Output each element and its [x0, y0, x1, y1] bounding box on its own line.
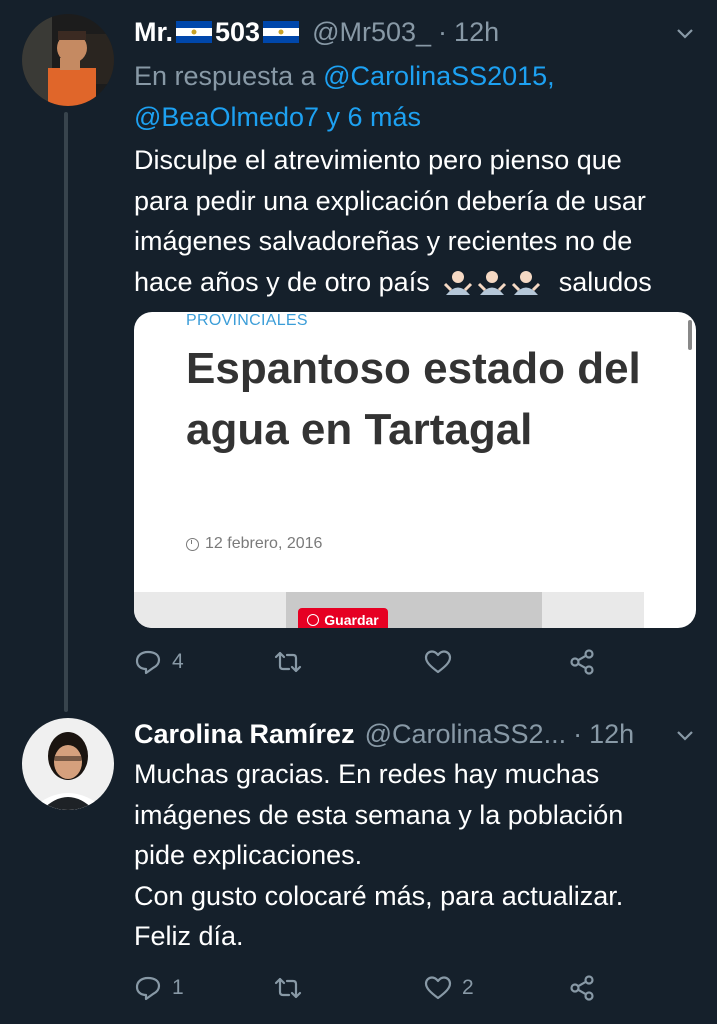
card-scrollbar[interactable] — [688, 320, 692, 350]
like-icon — [424, 976, 452, 1000]
card-date-text: 12 febrero, 2016 — [205, 535, 323, 552]
tweet-header: Carolina Ramírez @CarolinaSS2... · 12h — [134, 716, 634, 752]
text-line: pide explicaciones. — [134, 840, 363, 870]
text-line: imágenes salvadoreñas y recientes no de — [134, 226, 633, 256]
reply-count: 4 — [172, 650, 184, 673]
text-line: Disculpe el atrevimiento pero pienso que — [134, 145, 622, 175]
reply-button[interactable]: 4 — [134, 648, 184, 676]
el-salvador-flag-icon — [176, 21, 213, 43]
text-line: imágenes de esta semana y la población — [134, 799, 624, 830]
pinterest-icon — [307, 614, 320, 626]
avatar[interactable] — [22, 14, 114, 106]
reply-count: 1 — [172, 976, 184, 999]
reply-button[interactable]: 1 — [134, 974, 184, 1002]
retweet-icon — [274, 977, 302, 999]
mention-link[interactable]: @BeaOlmedo7 y 6 más — [134, 102, 421, 132]
separator-dot: · — [438, 17, 448, 47]
tweet-header: Mr. 503 @Mr503_ · 12h — [134, 14, 499, 50]
display-name[interactable]: Mr. — [134, 14, 173, 50]
card-headline: Espantoso estado del agua en Tartagal — [186, 344, 641, 454]
text-line: Con gusto colocaré más, para actualizar. — [134, 880, 624, 911]
share-icon — [570, 975, 594, 1001]
like-icon — [424, 650, 452, 674]
tweet-actions: 1 2 — [134, 974, 604, 1008]
card-date: 12 febrero, 2016 — [186, 535, 322, 553]
card-section-label: PROVINCIALES — [186, 312, 308, 329]
reply-context: En respuesta a @CarolinaSS2015, @BeaOlme… — [134, 56, 704, 138]
share-icon — [570, 649, 594, 675]
like-count: 2 — [462, 976, 474, 999]
chevron-down-icon[interactable] — [676, 722, 694, 748]
tweet-text: Disculpe el atrevimiento pero pienso que… — [134, 140, 704, 302]
share-button[interactable] — [568, 648, 596, 676]
user-handle[interactable]: @Mr503_ — [312, 14, 431, 50]
avatar[interactable] — [22, 718, 114, 810]
card-photo — [134, 592, 644, 628]
reply-prefix: En respuesta a — [134, 61, 316, 91]
pinterest-save-button[interactable]: Guardar — [298, 608, 388, 628]
text-line: Muchas gracias. En redes hay muchas — [134, 759, 600, 789]
text-tail: saludos — [558, 266, 652, 297]
reply-icon — [135, 650, 161, 675]
link-preview-card[interactable]: PROVINCIALES Espantoso estado del agua e… — [134, 312, 696, 628]
retweet-button[interactable] — [274, 974, 312, 1002]
text-line: Feliz día. — [134, 921, 244, 951]
user-handle[interactable]: @CarolinaSS2... — [365, 716, 567, 752]
reply-icon — [135, 976, 161, 1001]
mention-link[interactable]: @CarolinaSS2015, — [323, 61, 555, 91]
chevron-down-icon[interactable] — [676, 20, 694, 46]
el-salvador-flag-icon — [263, 21, 300, 43]
separator-dot: · — [573, 719, 583, 749]
person-shrugging-emoji — [444, 271, 473, 296]
clock-icon — [186, 537, 199, 551]
like-button[interactable]: 2 — [424, 974, 474, 1002]
thread-connector-line — [64, 112, 68, 712]
like-button[interactable] — [424, 648, 462, 676]
tweet-actions: 4 — [134, 648, 604, 682]
text-line: hace años y de otro país — [134, 266, 430, 297]
retweet-button[interactable] — [274, 648, 312, 676]
tweet-text: Muchas gracias. En redes hay muchas imág… — [134, 754, 704, 957]
person-shrugging-emoji — [512, 271, 541, 296]
timestamp[interactable]: 12h — [589, 716, 634, 752]
share-button[interactable] — [568, 974, 596, 1002]
person-shrugging-emoji — [478, 271, 507, 296]
display-name[interactable]: Carolina Ramírez — [134, 716, 355, 752]
text-line-with-emoji: hace años y de otro país saludos — [134, 262, 704, 303]
timestamp[interactable]: 12h — [454, 14, 499, 50]
retweet-icon — [274, 651, 302, 673]
display-name-suffix[interactable]: 503 — [215, 14, 260, 50]
text-line: para pedir una explicación debería de us… — [134, 185, 646, 216]
save-label: Guardar — [324, 612, 379, 628]
